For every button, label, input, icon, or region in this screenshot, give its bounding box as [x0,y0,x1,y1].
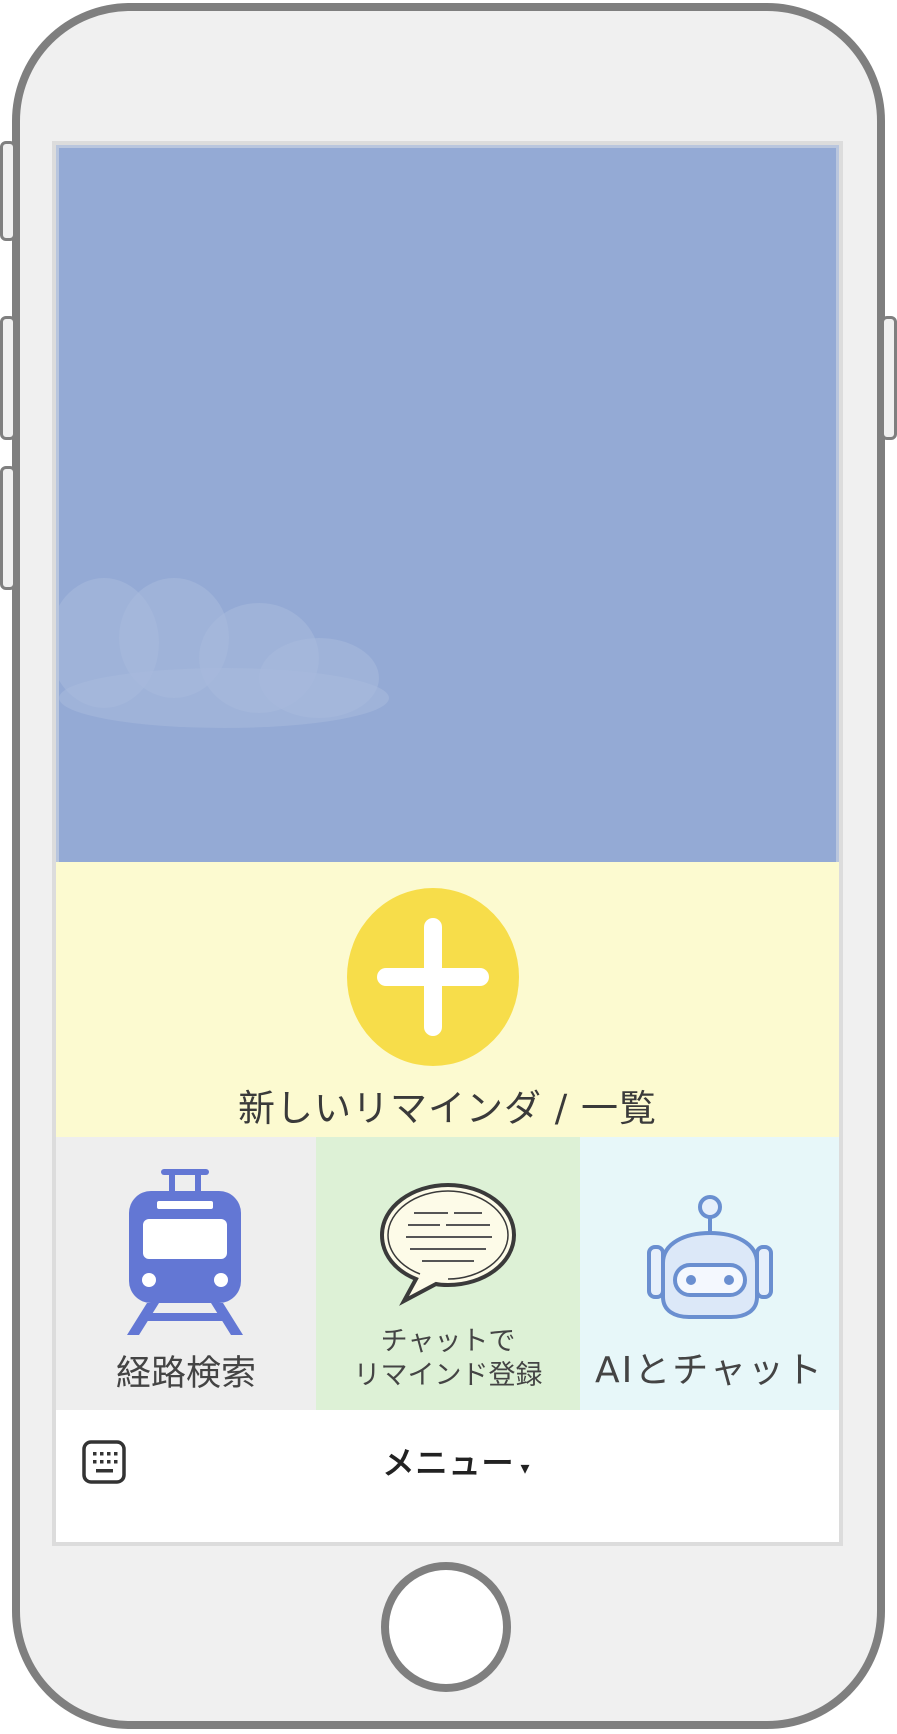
ai-chat-tile[interactable]: AIとチャット [580,1137,839,1410]
menu-toggle[interactable]: メニュー ▾ [356,1438,556,1482]
banner-image [56,145,839,862]
route-search-label: 経路検索 [115,1354,256,1394]
speech-bubble-icon [379,1182,517,1306]
caret-down-icon: ▾ [520,1458,530,1479]
rich-menu-screen: 新しいリマインダ / 一覧 経路検索 チャットで リマインド登録 AIとチャット… [52,141,843,1546]
side-button-power [881,316,897,440]
train-icon [127,1169,243,1335]
robot-icon [647,1195,773,1319]
route-search-tile[interactable]: 経路検索 [56,1137,316,1410]
menu-bar: メニュー ▾ [56,1410,839,1542]
cloud-shape [59,668,389,728]
action-tiles: 経路検索 チャットで リマインド登録 AIとチャット [56,1137,839,1410]
add-reminder-button[interactable] [347,888,519,1066]
home-button[interactable] [381,1562,511,1692]
new-reminder-label: 新しいリマインダ / 一覧 [238,1087,657,1130]
menu-label: メニュー [382,1444,515,1482]
side-button-mute [0,141,16,241]
ai-chat-label: AIとチャット [595,1350,824,1391]
chat-reminder-label-line2: リマインド登録 [353,1360,543,1391]
chat-reminder-tile[interactable]: チャットで リマインド登録 [316,1137,580,1410]
keyboard-icon[interactable] [82,1440,126,1484]
side-button-volume-up [0,316,16,440]
plus-icon-stem [424,918,442,1036]
side-button-volume-down [0,466,16,590]
new-reminder-panel[interactable]: 新しいリマインダ / 一覧 [56,862,839,1137]
